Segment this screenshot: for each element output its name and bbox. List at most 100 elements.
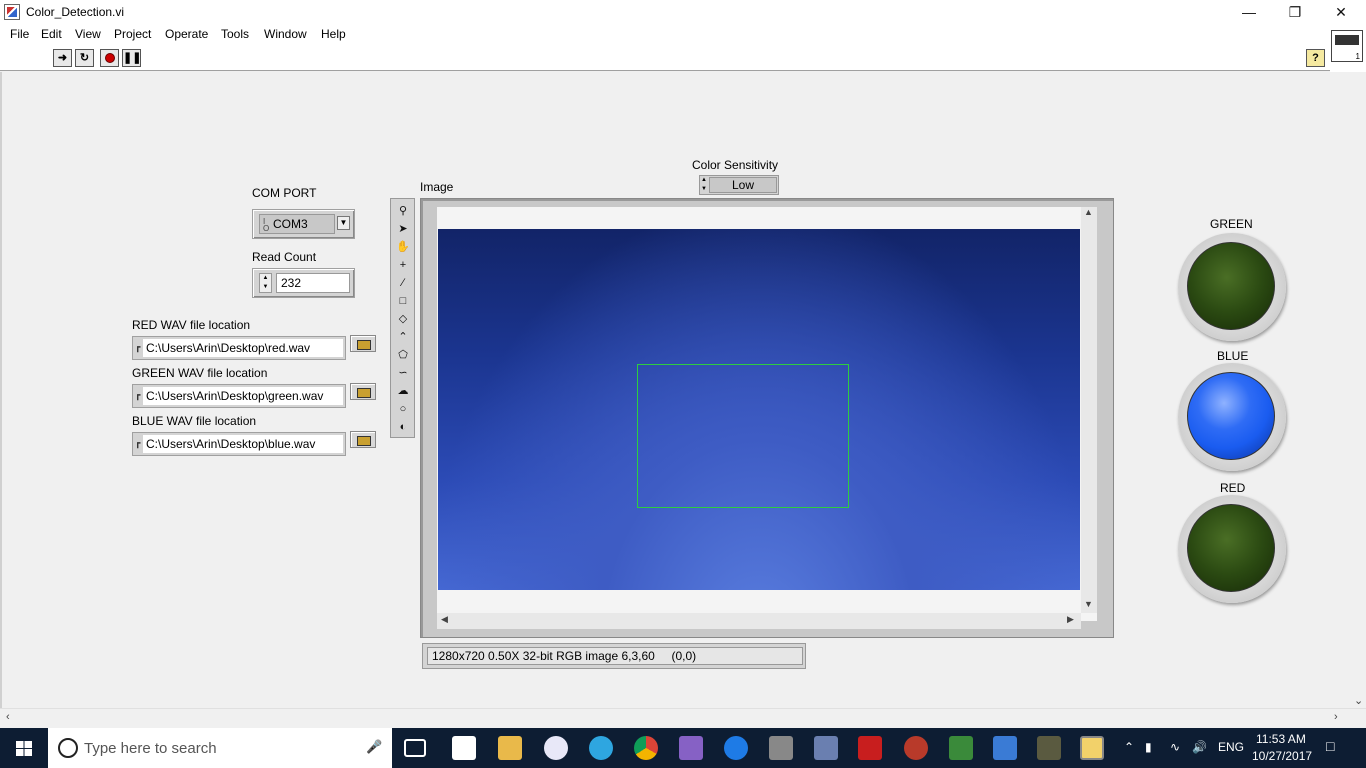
language-indicator[interactable]: ENG [1218,740,1244,754]
com-port-label: COM PORT [252,186,317,200]
red-led-bezel [1178,495,1286,603]
close-icon[interactable]: ✕ [1318,0,1364,24]
store-icon[interactable] [452,736,476,760]
run-continuously-icon[interactable]: ↻ [75,49,94,67]
blue-led [1187,372,1275,460]
network-computer-icon[interactable] [814,736,838,760]
image-tools-palette: ⚲ ➤ ✋ + ∕ □ ◇ ⌃ ⬠ ∽ ☁ ○ ◐ [390,198,415,438]
green-wav-browse-folder-icon[interactable] [350,383,376,400]
itunes-icon[interactable] [544,736,568,760]
green-app-icon[interactable] [949,736,973,760]
vi-connector-icon[interactable] [1331,30,1363,62]
polyline-icon[interactable]: ⌃ [394,329,412,345]
color-sensitivity-value[interactable]: Low [709,177,777,193]
microphone-icon[interactable]: 🎤 [366,739,382,755]
scroll-down-icon[interactable]: ▼ [1084,599,1093,609]
visa-io-icon: IO [263,217,270,233]
increment-decrement-icon[interactable]: ▲ ▼ [259,273,272,293]
visual-studio-icon[interactable] [679,736,703,760]
tray-expand-icon[interactable]: ⌃ [1124,740,1134,754]
battery-icon[interactable]: ▮ [1145,740,1152,754]
red-wav-value[interactable]: C:\Users\Arin\Desktop\red.wav [143,339,343,357]
run-arrow-icon[interactable]: ➜ [53,49,72,67]
clock-time[interactable]: 11:53 AM [1256,732,1306,746]
menu-operate[interactable]: Operate [165,27,208,41]
read-count-value[interactable]: 232 [276,273,350,293]
menu-window[interactable]: Window [264,27,307,41]
scroll-left-icon[interactable]: ‹ [6,711,10,723]
scroll-right-icon[interactable]: › [1334,711,1338,723]
circuit-board-icon[interactable] [769,736,793,760]
image-info-bar: 1280x720 0.50X 32-bit RGB image 6,3,60 (… [422,643,806,669]
path-icon: ┏ [135,390,141,400]
read-count-control[interactable]: ▲ ▼ 232 [252,268,355,298]
minimize-icon[interactable]: — [1226,0,1272,24]
chrome-icon[interactable] [634,736,658,760]
window-title: Color_Detection.vi [26,5,125,19]
notifications-icon[interactable]: □ [1326,738,1334,754]
freehand-region-icon[interactable]: ☁ [394,383,412,399]
volume-icon[interactable]: 🔊 [1192,740,1207,754]
annulus-icon[interactable]: ◐ [394,419,412,435]
tools-app-icon[interactable] [1037,736,1061,760]
panel-vertical-scrollbar[interactable]: ⌄ [1352,72,1366,708]
abort-icon[interactable] [100,49,119,67]
pan-hand-icon[interactable]: ✋ [394,239,412,255]
wifi-icon[interactable]: ∿ [1170,740,1180,754]
blue-wav-value[interactable]: C:\Users\Arin\Desktop\blue.wav [143,435,343,453]
com-port-selector[interactable]: IO COM3 ▼ [252,209,355,239]
menu-project[interactable]: Project [114,27,151,41]
edge-icon[interactable] [724,736,748,760]
blue-wav-browse-folder-icon[interactable] [350,431,376,448]
line-icon[interactable]: ∕ [394,275,412,291]
green-led-label: GREEN [1210,217,1253,231]
menu-tools[interactable]: Tools [221,27,249,41]
file-explorer-icon[interactable] [498,736,522,760]
green-led [1187,242,1275,330]
com-port-value[interactable]: IO COM3 [259,214,335,234]
increment-decrement-icon[interactable]: ▲ ▼ [700,176,708,194]
menu-view[interactable]: View [75,27,101,41]
rotated-rectangle-icon[interactable]: ◇ [394,311,412,327]
search-placeholder: Type here to search [84,740,217,757]
menu-edit[interactable]: Edit [41,27,62,41]
menu-help[interactable]: Help [321,27,346,41]
context-help-icon[interactable]: ? [1306,49,1325,67]
image-vertical-scrollbar[interactable]: ▲ ▼ [1081,207,1097,613]
polygon-icon[interactable]: ⬠ [394,347,412,363]
red-app-icon[interactable] [904,736,928,760]
red-wav-path[interactable]: ┏ C:\Users\Arin\Desktop\red.wav [132,336,346,360]
roi-rectangle[interactable] [637,364,849,508]
pause-icon[interactable]: ❚❚ [122,49,141,67]
color-sensitivity-control[interactable]: ▲ ▼ Low [699,175,779,195]
selection-arrow-icon[interactable]: ➤ [394,221,412,237]
image-horizontal-scrollbar[interactable]: ◀ ▶ [437,613,1081,629]
green-wav-value[interactable]: C:\Users\Arin\Desktop\green.wav [143,387,343,405]
shield-cube-icon[interactable] [993,736,1017,760]
scroll-up-icon[interactable]: ▲ [1084,207,1093,217]
clock-date[interactable]: 10/27/2017 [1252,749,1312,763]
menu-file[interactable]: File [10,27,29,41]
blue-wav-path[interactable]: ┏ C:\Users\Arin\Desktop\blue.wav [132,432,346,456]
panel-horizontal-scrollbar[interactable]: ‹ › [0,708,1366,726]
task-view-icon[interactable] [404,739,426,757]
red-wav-browse-folder-icon[interactable] [350,335,376,352]
point-icon[interactable]: + [394,257,412,273]
zoom-icon[interactable]: ⚲ [394,203,412,219]
chevron-down-icon[interactable]: ▼ [337,216,350,230]
scroll-left-icon[interactable]: ◀ [441,614,448,625]
codevision-avr-icon[interactable] [858,736,882,760]
scroll-right-icon[interactable]: ▶ [1067,614,1074,625]
labview-taskbar-icon[interactable] [1080,736,1104,760]
path-icon: ┏ [135,342,141,352]
rectangle-icon[interactable]: □ [394,293,412,309]
restore-icon[interactable]: ❐ [1272,0,1318,24]
green-wav-path[interactable]: ┏ C:\Users\Arin\Desktop\green.wav [132,384,346,408]
freehand-line-icon[interactable]: ∽ [394,365,412,381]
scroll-down-icon[interactable]: ⌄ [1354,694,1363,707]
telegram-icon[interactable] [589,736,613,760]
title-bar: Color_Detection.vi — ❐ ✕ [0,0,1366,24]
windows-start-icon[interactable] [0,728,48,768]
oval-icon[interactable]: ○ [394,401,412,417]
taskbar-search[interactable]: Type here to search 🎤 [48,728,392,768]
